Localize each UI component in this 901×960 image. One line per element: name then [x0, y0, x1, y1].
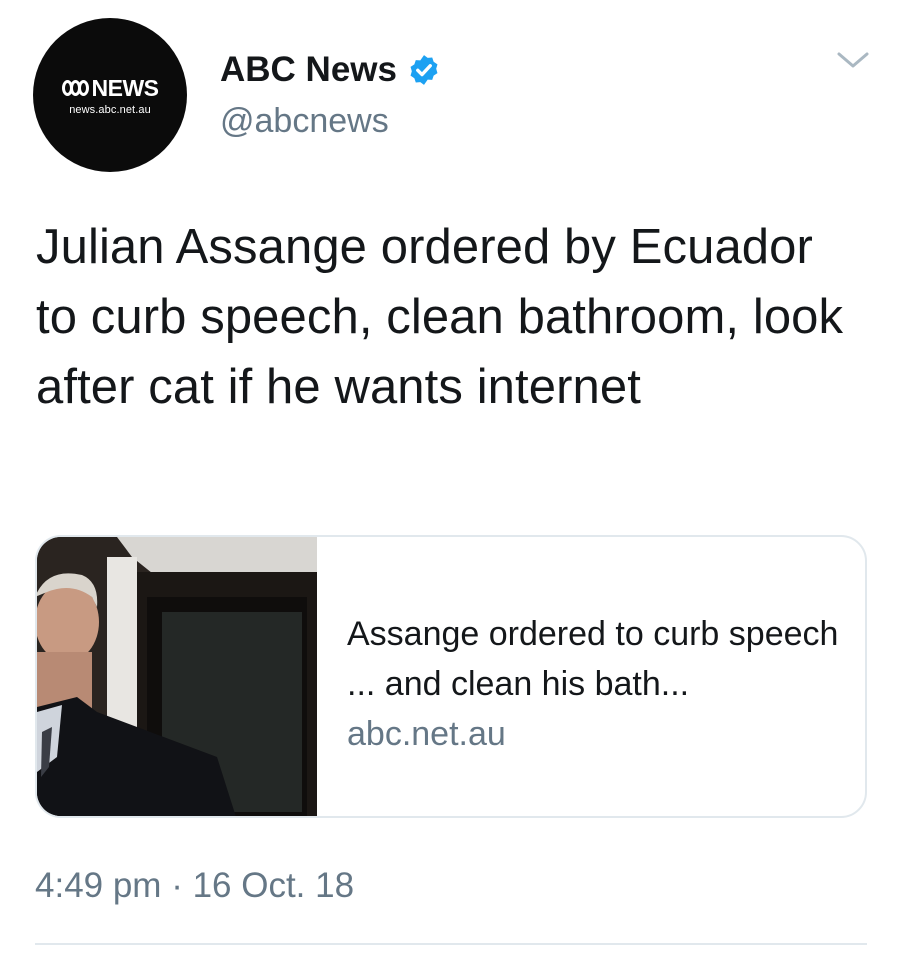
logo-text: NEWS: [91, 74, 160, 101]
display-name[interactable]: ABC News: [220, 50, 397, 90]
card-thumbnail-image: [37, 537, 317, 816]
abc-news-logo: NEWS: [61, 74, 160, 102]
chevron-down-icon[interactable]: [835, 48, 871, 72]
display-name-row[interactable]: ABC News: [220, 50, 441, 90]
card-title[interactable]: Assange ordered to curb speech ... and c…: [347, 609, 865, 709]
user-handle[interactable]: @abcnews: [220, 102, 389, 141]
divider: [35, 943, 867, 945]
abc-lissajous-icon: [61, 77, 89, 99]
verified-badge-icon: [407, 53, 441, 87]
card-body[interactable]: Assange ordered to curb speech ... and c…: [317, 537, 865, 816]
link-card[interactable]: Assange ordered to curb speech ... and c…: [35, 535, 867, 818]
tweet-text: Julian Assange ordered by Ecuador to cur…: [36, 220, 844, 414]
tweet-detail: NEWS news.abc.net.au ABC News @abcnews J…: [0, 0, 901, 960]
card-domain: abc.net.au: [347, 715, 506, 753]
tweet-timestamp[interactable]: 4:49 pm · 16 Oct. 18: [35, 866, 354, 906]
avatar[interactable]: NEWS news.abc.net.au: [33, 18, 187, 172]
logo-url: news.abc.net.au: [69, 103, 151, 116]
